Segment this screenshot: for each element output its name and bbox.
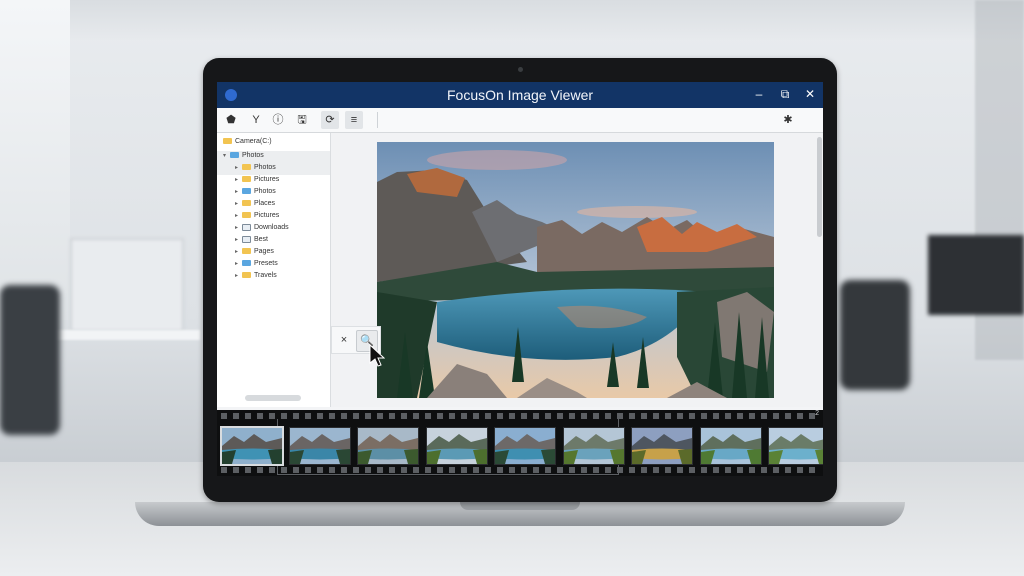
save-icon[interactable]: 🖫 xyxy=(293,111,311,129)
folder-icon xyxy=(242,200,251,207)
chevron-down-icon: ▾ xyxy=(223,153,227,159)
filmstrip-thumbnail[interactable] xyxy=(220,426,284,466)
tree-item[interactable]: ▸ Presets xyxy=(235,258,278,270)
image-folder-icon xyxy=(242,223,251,231)
tree-label: Photos xyxy=(254,188,276,195)
folder-icon xyxy=(242,188,251,195)
tree-item[interactable]: ▸ Pictures xyxy=(235,210,279,222)
webcam xyxy=(518,67,523,72)
thumbnail-image xyxy=(495,428,555,464)
info-icon[interactable]: ⓘ xyxy=(269,111,287,129)
filmstrip-thumbnail[interactable] xyxy=(562,427,625,465)
folder-icon xyxy=(242,272,251,279)
filmstrip-thumbnail[interactable] xyxy=(631,427,693,465)
tree-label: Downloads xyxy=(254,224,289,231)
close-button[interactable]: ✕ xyxy=(802,86,818,102)
chevron-right-icon: ▸ xyxy=(235,249,239,255)
chevron-right-icon: ▸ xyxy=(235,261,239,267)
chevron-right-icon: ▸ xyxy=(235,201,239,207)
laptop-notch xyxy=(460,502,580,510)
thumbnail-image xyxy=(358,428,418,464)
chevron-right-icon: ▸ xyxy=(235,225,239,231)
window-title: FocusOn Image Viewer xyxy=(446,87,594,103)
maximize-button[interactable]: ⧉ xyxy=(777,86,793,102)
tree-label: Photos xyxy=(242,152,264,159)
laptop-base xyxy=(135,502,905,526)
filmstrip: 2 xyxy=(217,410,823,476)
chevron-right-icon: ▸ xyxy=(235,237,239,243)
filmstrip-thumbnail[interactable] xyxy=(357,427,419,465)
thumbnail-image xyxy=(289,428,350,464)
folder-icon xyxy=(223,138,232,145)
sidebar-scrollbar[interactable] xyxy=(245,395,301,401)
thumbnail-image xyxy=(769,428,823,464)
tree-label: Photos xyxy=(254,164,276,171)
viewer-scrollbar[interactable] xyxy=(817,137,822,237)
refresh-icon[interactable]: ⟳ xyxy=(321,111,339,129)
thumbnail-image xyxy=(632,428,692,464)
filter-icon[interactable]: Y xyxy=(247,111,265,129)
thumbnail-image xyxy=(700,428,761,464)
folder-icon xyxy=(242,248,251,255)
mouse-cursor-icon xyxy=(369,344,385,367)
thumbnail-image xyxy=(563,428,624,464)
tree-label: Travels xyxy=(254,272,277,279)
background-monitor xyxy=(70,238,184,332)
tree-item[interactable]: ▸ Travels xyxy=(235,270,277,282)
thumbnail-image xyxy=(222,428,282,464)
chevron-right-icon: ▸ xyxy=(235,165,239,171)
image-viewer-pane: × 🔍 xyxy=(331,133,823,407)
home-icon[interactable]: ⬟ xyxy=(222,111,240,129)
tree-label: Pages xyxy=(254,248,274,255)
tree-label: Pictures xyxy=(254,176,280,183)
thumbnail-image xyxy=(426,428,487,464)
tree-label: Places xyxy=(254,200,276,207)
tree-item[interactable]: ▸ Pictures xyxy=(235,174,279,186)
toolbar-separator xyxy=(377,112,378,128)
tree-item-selected[interactable]: ▾ Photos xyxy=(223,150,264,162)
background-chair-right xyxy=(840,280,910,390)
chevron-right-icon: ▸ xyxy=(235,273,239,279)
background-window xyxy=(0,0,70,320)
tree-item[interactable]: ▸ Best xyxy=(235,234,268,246)
filmstrip-thumbnail[interactable] xyxy=(699,427,762,465)
minimize-button[interactable]: – xyxy=(751,86,767,102)
tree-item[interactable]: ▸ Photos xyxy=(235,186,276,198)
folder-icon xyxy=(242,176,251,183)
tree-root[interactable]: Camera(C:) xyxy=(223,136,272,148)
tree-label: Camera(C:) xyxy=(235,138,272,145)
filmstrip-thumbnail[interactable] xyxy=(768,427,823,465)
filmstrip-thumbnail[interactable] xyxy=(494,427,556,465)
folder-icon xyxy=(230,152,239,159)
toolbar: ⬟ Y ⓘ 🖫 ⟳ ≡ ✱ xyxy=(217,108,823,133)
chevron-right-icon: ▸ xyxy=(235,213,239,219)
close-zoom-button[interactable]: × xyxy=(334,330,354,350)
folder-icon xyxy=(242,260,251,267)
chevron-right-icon: ▸ xyxy=(235,177,239,183)
background-chair xyxy=(0,285,60,435)
background-desk xyxy=(40,330,200,340)
page-number: 2 xyxy=(815,410,819,417)
background-monitor-right xyxy=(928,235,1024,315)
tree-item[interactable]: ▸ Places xyxy=(235,198,275,210)
tree-item[interactable]: ▸ Pages xyxy=(235,246,274,258)
tree-item[interactable]: ▸ Downloads xyxy=(235,222,289,234)
tree-label: Best xyxy=(254,236,269,243)
folder-icon xyxy=(242,212,251,219)
menu-icon[interactable]: ≡ xyxy=(345,111,363,129)
filmstrip-thumbnail[interactable] xyxy=(425,427,488,465)
folder-icon xyxy=(242,164,251,171)
tree-label: Pictures xyxy=(254,212,280,219)
background-ceiling xyxy=(0,0,1024,40)
title-bar: FocusOn Image Viewer – ⧉ ✕ xyxy=(217,82,823,108)
image-folder-icon xyxy=(242,235,251,243)
chevron-right-icon: ▸ xyxy=(235,189,239,195)
filmstrip-thumbnail[interactable] xyxy=(288,427,351,465)
main-image[interactable] xyxy=(377,142,774,398)
star-icon[interactable]: ✱ xyxy=(779,111,797,129)
tree-label: Presets xyxy=(254,260,278,267)
tree-item[interactable]: ▸ Photos xyxy=(235,162,276,174)
folder-tree: Camera(C:) ▾ Photos ▸ Photos ▸ Pictures ▸ Ph… xyxy=(217,133,331,407)
app-window: FocusOn Image Viewer – ⧉ ✕ ⬟ Y ⓘ 🖫 ⟳ ≡ ✱… xyxy=(217,82,823,476)
